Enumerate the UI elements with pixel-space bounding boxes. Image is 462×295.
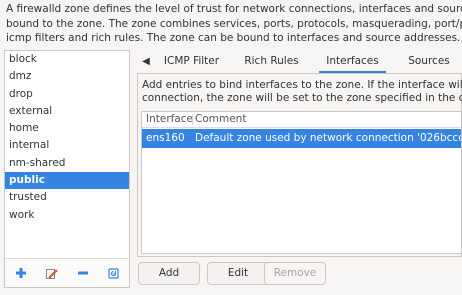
interface-cell: ens160 [146,132,185,144]
column-header-comment[interactable]: Comment [195,112,246,127]
column-header-interface[interactable]: Interface [146,112,193,127]
remove-icon[interactable] [75,265,91,281]
zone-item-public[interactable]: public [5,172,129,190]
interfaces-table: Interface Comment ens160 Default zone us… [141,111,462,254]
add-button[interactable]: Add [138,262,200,285]
zone-item-work[interactable]: work [5,207,129,224]
zone-item-trusted[interactable]: trusted [5,189,129,206]
tab-interfaces[interactable]: Interfaces [319,50,386,73]
tab-icmp-filter[interactable]: ICMP Filter [159,50,224,73]
add-icon[interactable] [13,265,29,281]
tab-scroll-left-icon[interactable]: ◀ [137,50,155,73]
comment-cell: Default zone used by network connection … [195,132,462,144]
remove-button[interactable]: Remove [264,262,326,285]
interfaces-description-line: Add entries to bind interfaces to the zo… [142,79,462,91]
zone-item-drop[interactable]: drop [5,86,129,103]
zone-item-nm-shared[interactable]: nm-shared [5,155,129,172]
description-line: bound to the zone. The zone combines ser… [6,17,462,30]
zone-item-home[interactable]: home [5,120,129,137]
description-line: icmp filters and rich rules. The zone ca… [6,32,461,44]
column-separator [192,114,193,125]
zone-toolbar [5,258,129,287]
zone-item-internal[interactable]: internal [5,137,129,154]
description-line: A firewalld zone defines the level of tr… [6,3,462,15]
interfaces-panel: Add entries to bind interfaces to the zo… [137,74,462,257]
tab-rich-rules[interactable]: Rich Rules [239,50,304,73]
zone-item-dmz[interactable]: dmz [5,68,129,85]
zone-description: A firewalld zone defines the level of tr… [6,2,462,46]
edit-button[interactable]: Edit [207,262,269,285]
zone-list: block dmz drop external home internal nm… [5,51,129,261]
edit-icon[interactable] [44,265,60,281]
table-row[interactable]: ens160 Default zone used by network conn… [142,129,461,148]
zone-item-external[interactable]: external [5,103,129,120]
table-header: Interface Comment [142,112,461,128]
zone-panel: block dmz drop external home internal nm… [4,50,130,288]
zone-item-block[interactable]: block [5,51,129,68]
interfaces-description: Add entries to bind interfaces to the zo… [142,79,462,105]
load-defaults-icon[interactable] [106,265,122,281]
interfaces-description-line: connection, the zone will be set to the … [142,92,462,104]
tab-sources[interactable]: Sources [399,50,459,73]
tab-bar: ◀ ICMP Filter Rich Rules Interfaces Sour… [137,50,462,74]
